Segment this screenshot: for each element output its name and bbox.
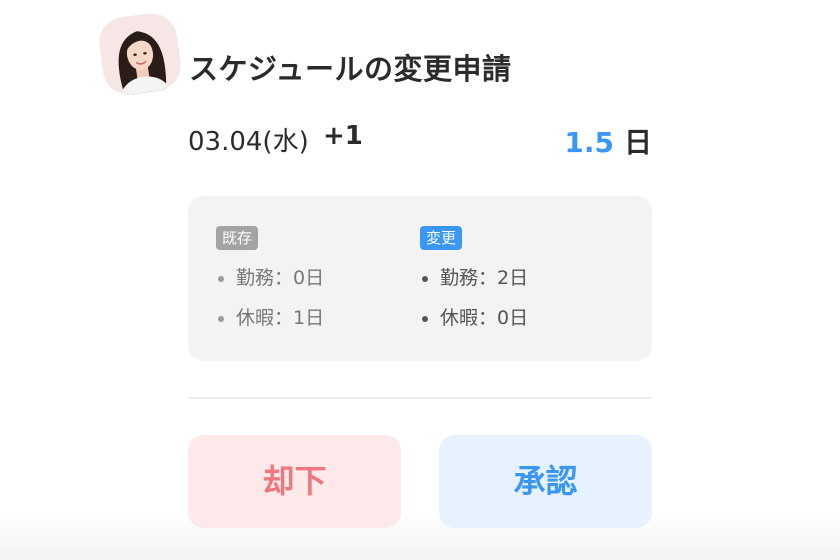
divider — [188, 397, 652, 399]
extra-days-count: +1 — [323, 121, 363, 151]
total-days: 1.5 日 — [564, 121, 652, 161]
changed-badge: 変更 — [420, 226, 463, 250]
request-summary-row: 03.04(水) +1 1.5 日 — [188, 121, 652, 161]
woman-portrait-icon — [95, 9, 185, 99]
existing-schedule-column: 既存 勤務：0日 休暇：1日 — [216, 226, 324, 330]
existing-leave-days: 休暇：1日 — [216, 306, 324, 330]
existing-work-days: 勤務：0日 — [216, 266, 324, 290]
request-date: 03.04(水) — [188, 127, 309, 157]
schedule-comparison-card: 既存 勤務：0日 休暇：1日 変更 勤務：2日 休暇：0日 — [188, 196, 652, 361]
changed-schedule-column: 変更 勤務：2日 休暇：0日 — [420, 226, 528, 330]
avatar — [95, 9, 185, 99]
changed-work-days: 勤務：2日 — [420, 266, 528, 290]
existing-badge: 既存 — [216, 226, 259, 250]
total-days-value: 1.5 — [564, 126, 614, 159]
approve-button[interactable]: 承認 — [439, 435, 652, 528]
reject-button[interactable]: 却下 — [188, 435, 401, 528]
schedule-change-request-page: スケジュールの変更申請 03.04(水) +1 1.5 日 既存 勤務：0日 休暇… — [0, 0, 840, 560]
page-title: スケジュールの変更申請 — [189, 52, 512, 86]
changed-leave-days: 休暇：0日 — [420, 306, 528, 330]
total-days-unit: 日 — [623, 126, 652, 159]
